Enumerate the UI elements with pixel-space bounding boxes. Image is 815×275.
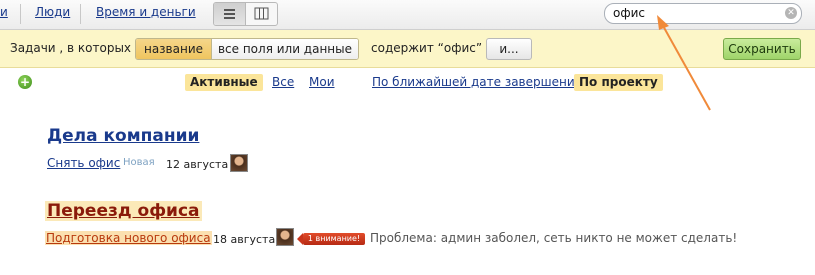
annotation-arrow-icon — [657, 15, 711, 111]
